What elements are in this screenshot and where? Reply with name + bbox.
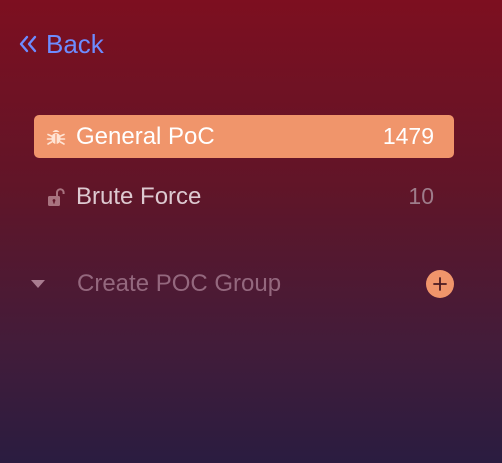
bug-icon <box>44 125 68 149</box>
add-group-button[interactable] <box>426 270 454 298</box>
category-label: General PoC <box>76 122 215 150</box>
unlock-icon <box>44 185 68 209</box>
category-item-brute-force[interactable]: Brute Force 10 <box>34 175 454 218</box>
category-count: 10 <box>408 183 434 209</box>
create-poc-group-row: Create POC Group <box>28 266 454 302</box>
plus-circle-icon <box>433 277 447 291</box>
category-label: Brute Force <box>76 182 202 210</box>
category-count: 1479 <box>382 123 434 149</box>
double-chevron-left-icon <box>18 34 38 54</box>
category-item-general-poc[interactable]: General PoC 1479 <box>34 115 454 158</box>
back-label: Back <box>46 28 104 59</box>
back-link[interactable]: Back <box>18 28 104 60</box>
create-poc-group-label[interactable]: Create POC Group <box>77 270 426 298</box>
caret-down-icon[interactable] <box>28 274 48 294</box>
